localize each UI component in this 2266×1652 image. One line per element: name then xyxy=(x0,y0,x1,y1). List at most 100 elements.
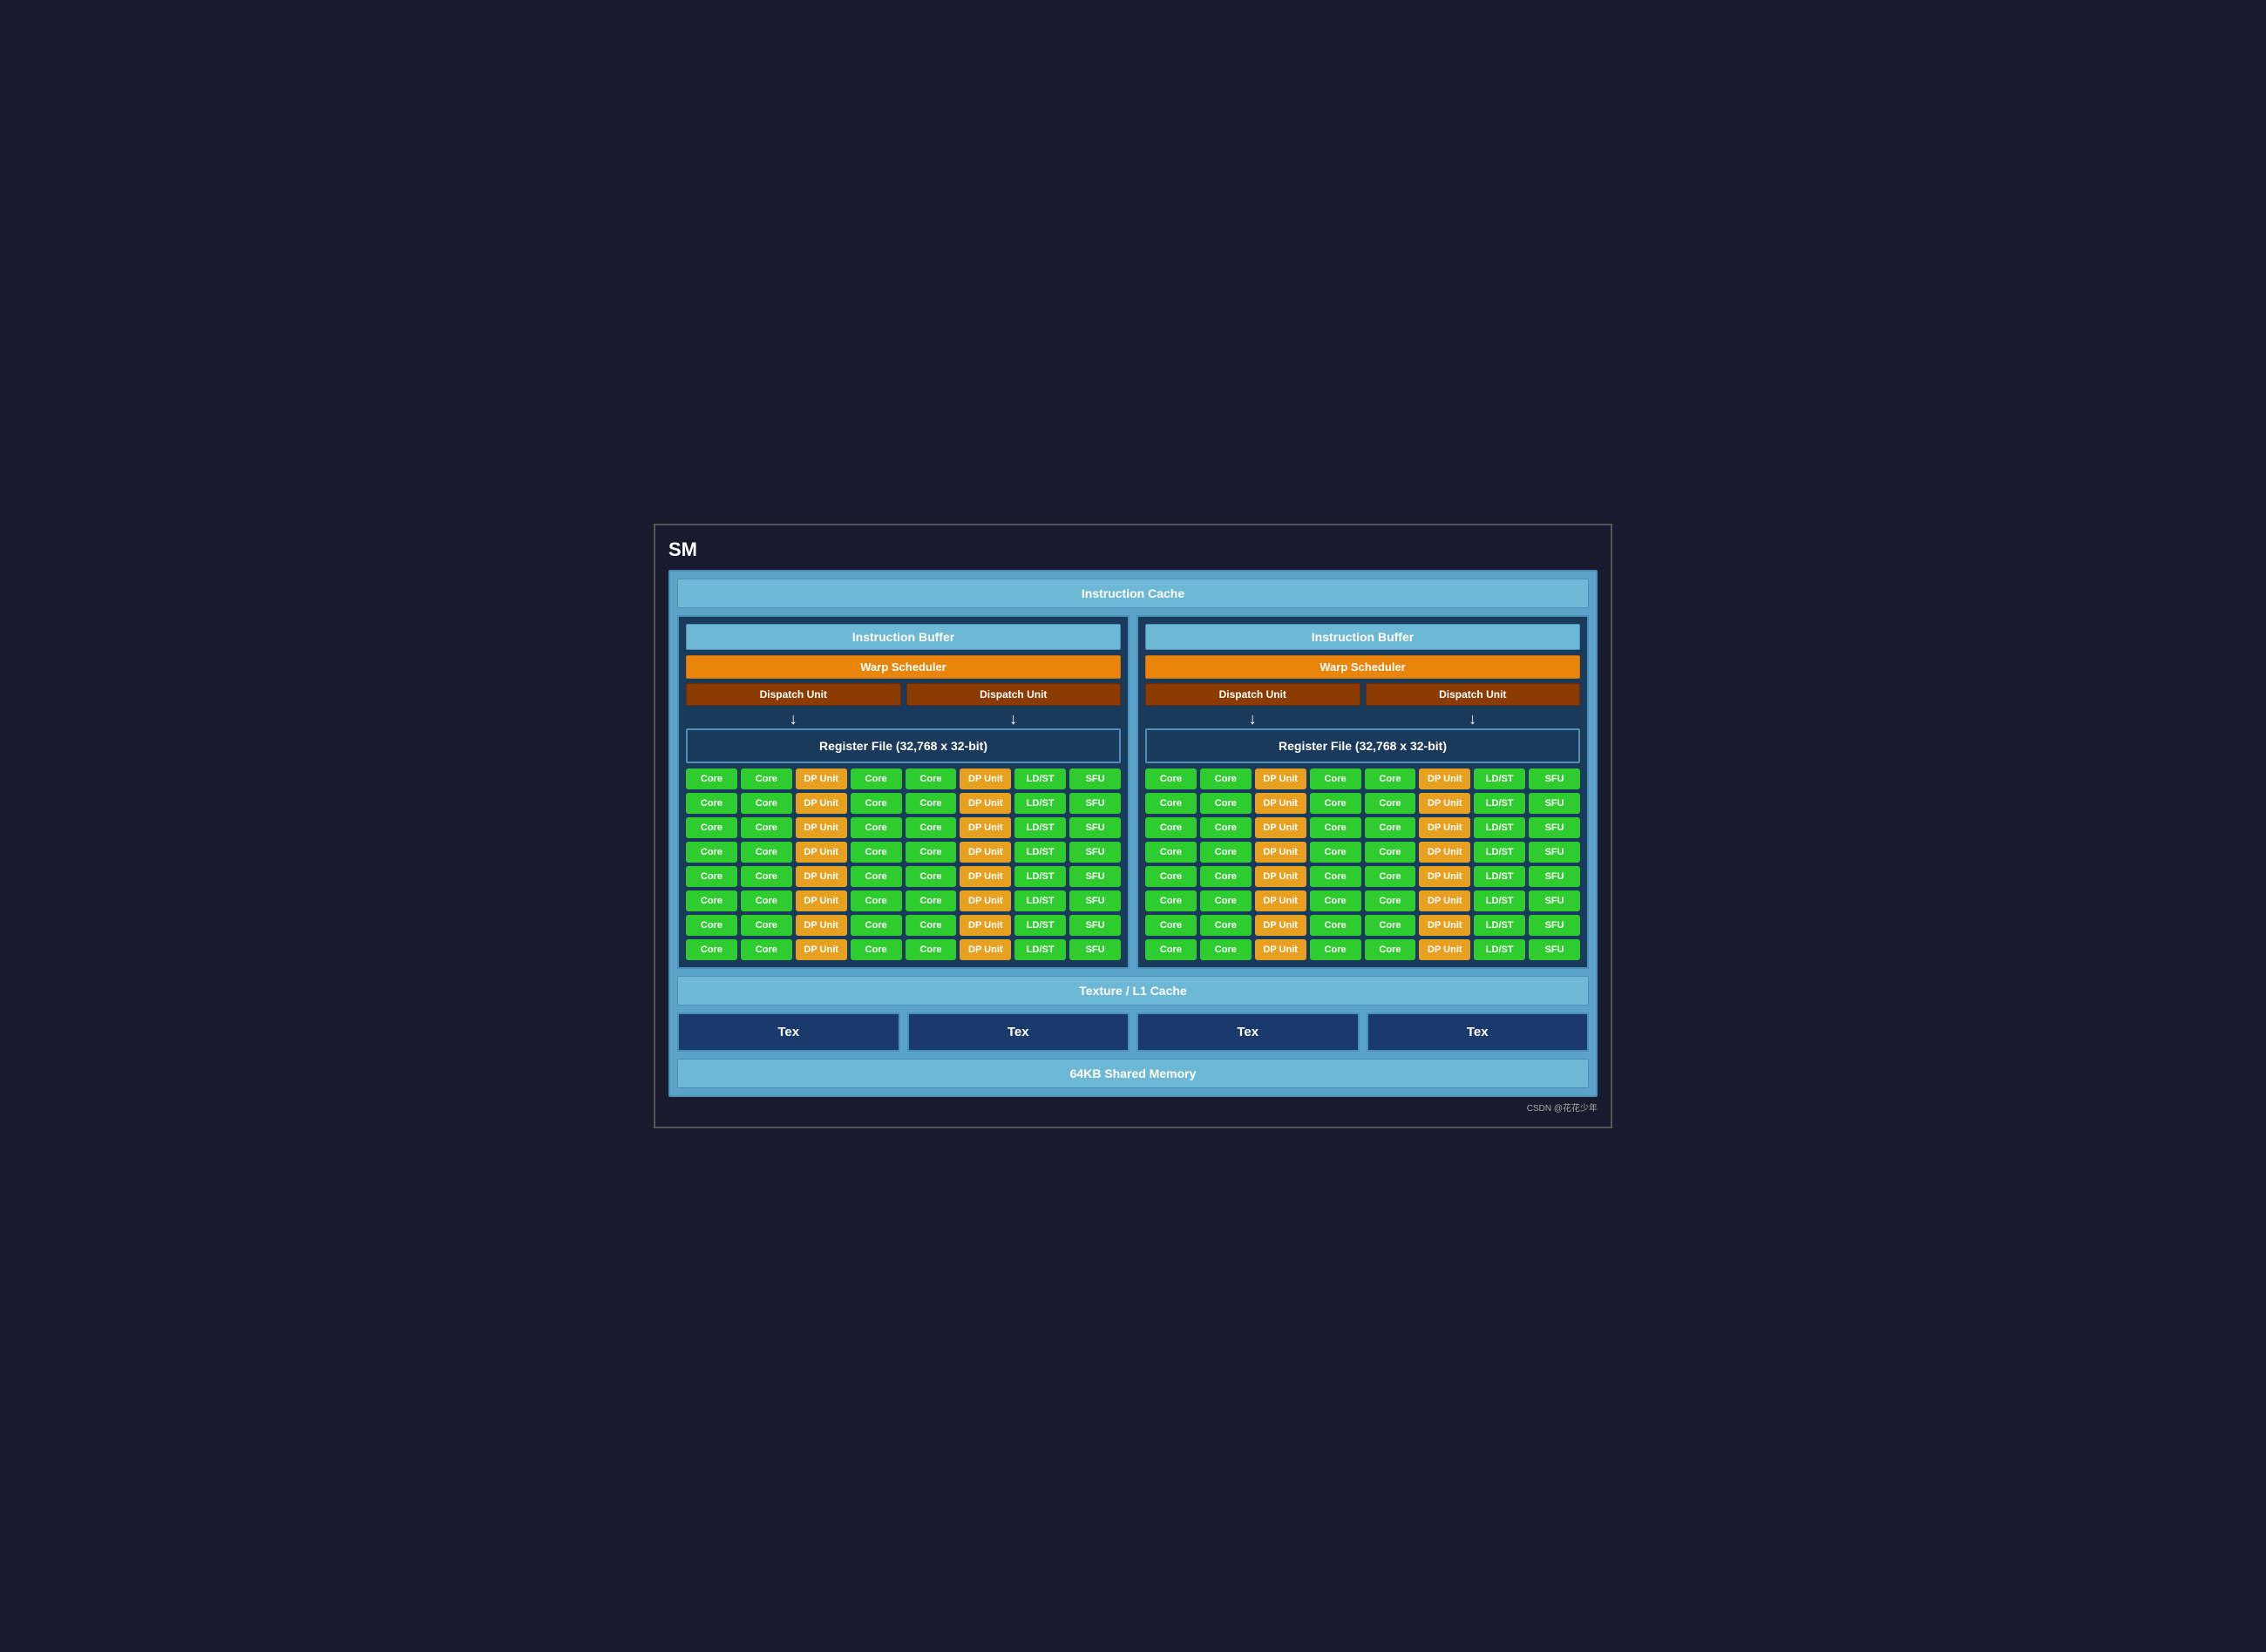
left-cell-3-0: Core xyxy=(686,842,737,863)
left-cell-2-7: SFU xyxy=(1069,817,1121,838)
left-cell-5-5: DP Unit xyxy=(960,890,1011,911)
left-cell-0-3: Core xyxy=(851,768,902,789)
left-cell-1-4: Core xyxy=(906,793,957,814)
left-cell-2-1: Core xyxy=(741,817,792,838)
left-cell-1-2: DP Unit xyxy=(796,793,847,814)
right-cell-0-5: DP Unit xyxy=(1419,768,1470,789)
right-cell-3-4: Core xyxy=(1365,842,1416,863)
outer-box: Instruction Cache Instruction Buffer War… xyxy=(668,570,1598,1097)
right-dispatch-row: Dispatch Unit Dispatch Unit xyxy=(1145,683,1580,706)
right-register-file: Register File (32,768 x 32-bit) xyxy=(1145,728,1580,763)
left-cell-3-3: Core xyxy=(851,842,902,863)
right-cores-grid: CoreCoreDP UnitCoreCoreDP UnitLD/STSFUCo… xyxy=(1145,768,1580,960)
left-dispatch-row: Dispatch Unit Dispatch Unit xyxy=(686,683,1121,706)
left-cell-3-5: DP Unit xyxy=(960,842,1011,863)
left-cell-2-5: DP Unit xyxy=(960,817,1011,838)
tex-unit-3: Tex xyxy=(1136,1012,1360,1052)
left-cell-4-1: Core xyxy=(741,866,792,887)
right-arrow-1: ↓ xyxy=(1145,710,1360,728)
tex-unit-1: Tex xyxy=(677,1012,900,1052)
right-cell-1-2: DP Unit xyxy=(1255,793,1306,814)
left-cell-5-3: Core xyxy=(851,890,902,911)
right-cell-6-5: DP Unit xyxy=(1419,915,1470,936)
left-cell-4-5: DP Unit xyxy=(960,866,1011,887)
right-cell-5-7: SFU xyxy=(1529,890,1580,911)
left-cell-5-0: Core xyxy=(686,890,737,911)
left-cell-6-4: Core xyxy=(906,915,957,936)
left-cell-3-6: LD/ST xyxy=(1014,842,1066,863)
left-cell-1-7: SFU xyxy=(1069,793,1121,814)
right-cell-0-0: Core xyxy=(1145,768,1197,789)
right-cell-7-0: Core xyxy=(1145,939,1197,960)
right-cell-1-0: Core xyxy=(1145,793,1197,814)
left-cell-4-6: LD/ST xyxy=(1014,866,1066,887)
right-cell-4-3: Core xyxy=(1310,866,1361,887)
right-cell-3-0: Core xyxy=(1145,842,1197,863)
left-cell-2-3: Core xyxy=(851,817,902,838)
right-cell-4-6: LD/ST xyxy=(1474,866,1525,887)
right-cell-3-1: Core xyxy=(1200,842,1252,863)
left-warp-scheduler: Warp Scheduler xyxy=(686,655,1121,679)
left-cell-0-5: DP Unit xyxy=(960,768,1011,789)
right-cell-5-4: Core xyxy=(1365,890,1416,911)
right-cell-7-6: LD/ST xyxy=(1474,939,1525,960)
right-cell-2-6: LD/ST xyxy=(1474,817,1525,838)
left-cores-grid: CoreCoreDP UnitCoreCoreDP UnitLD/STSFUCo… xyxy=(686,768,1121,960)
shared-memory: 64KB Shared Memory xyxy=(677,1059,1589,1088)
right-cell-2-0: Core xyxy=(1145,817,1197,838)
left-cell-0-7: SFU xyxy=(1069,768,1121,789)
left-cell-5-7: SFU xyxy=(1069,890,1121,911)
right-dispatch-unit-2: Dispatch Unit xyxy=(1366,683,1581,706)
left-cell-7-4: Core xyxy=(906,939,957,960)
right-cell-6-0: Core xyxy=(1145,915,1197,936)
left-cell-6-2: DP Unit xyxy=(796,915,847,936)
left-cell-0-1: Core xyxy=(741,768,792,789)
left-dispatch-unit-2: Dispatch Unit xyxy=(906,683,1122,706)
left-cell-6-1: Core xyxy=(741,915,792,936)
right-cell-4-1: Core xyxy=(1200,866,1252,887)
left-cell-5-1: Core xyxy=(741,890,792,911)
right-dispatch-unit-1: Dispatch Unit xyxy=(1145,683,1360,706)
left-cell-3-7: SFU xyxy=(1069,842,1121,863)
instruction-cache: Instruction Cache xyxy=(677,579,1589,608)
right-cell-3-2: DP Unit xyxy=(1255,842,1306,863)
left-cell-2-2: DP Unit xyxy=(796,817,847,838)
right-cell-6-7: SFU xyxy=(1529,915,1580,936)
right-cell-6-6: LD/ST xyxy=(1474,915,1525,936)
right-cell-4-0: Core xyxy=(1145,866,1197,887)
right-cell-7-7: SFU xyxy=(1529,939,1580,960)
right-cell-5-5: DP Unit xyxy=(1419,890,1470,911)
tex-row: Tex Tex Tex Tex xyxy=(677,1012,1589,1052)
left-cell-4-2: DP Unit xyxy=(796,866,847,887)
left-cell-4-3: Core xyxy=(851,866,902,887)
right-cell-1-1: Core xyxy=(1200,793,1252,814)
left-dispatch-unit-1: Dispatch Unit xyxy=(686,683,901,706)
left-cell-3-2: DP Unit xyxy=(796,842,847,863)
right-cell-6-1: Core xyxy=(1200,915,1252,936)
right-cell-1-7: SFU xyxy=(1529,793,1580,814)
right-cell-2-5: DP Unit xyxy=(1419,817,1470,838)
left-cell-2-0: Core xyxy=(686,817,737,838)
left-cell-0-2: DP Unit xyxy=(796,768,847,789)
left-cell-5-4: Core xyxy=(906,890,957,911)
left-arrow-2: ↓ xyxy=(906,710,1122,728)
left-cell-1-0: Core xyxy=(686,793,737,814)
left-arrows: ↓ ↓ xyxy=(686,710,1121,728)
left-arrow-1: ↓ xyxy=(686,710,901,728)
left-cell-0-4: Core xyxy=(906,768,957,789)
left-register-file: Register File (32,768 x 32-bit) xyxy=(686,728,1121,763)
left-cell-3-1: Core xyxy=(741,842,792,863)
left-cell-7-6: LD/ST xyxy=(1014,939,1066,960)
right-cell-6-3: Core xyxy=(1310,915,1361,936)
right-cell-5-0: Core xyxy=(1145,890,1197,911)
right-cell-3-3: Core xyxy=(1310,842,1361,863)
left-cell-7-5: DP Unit xyxy=(960,939,1011,960)
left-cell-1-5: DP Unit xyxy=(960,793,1011,814)
right-cell-4-7: SFU xyxy=(1529,866,1580,887)
left-cell-7-2: DP Unit xyxy=(796,939,847,960)
right-warp-scheduler: Warp Scheduler xyxy=(1145,655,1580,679)
right-cell-0-1: Core xyxy=(1200,768,1252,789)
left-cell-6-7: SFU xyxy=(1069,915,1121,936)
left-cell-2-6: LD/ST xyxy=(1014,817,1066,838)
right-cell-4-5: DP Unit xyxy=(1419,866,1470,887)
